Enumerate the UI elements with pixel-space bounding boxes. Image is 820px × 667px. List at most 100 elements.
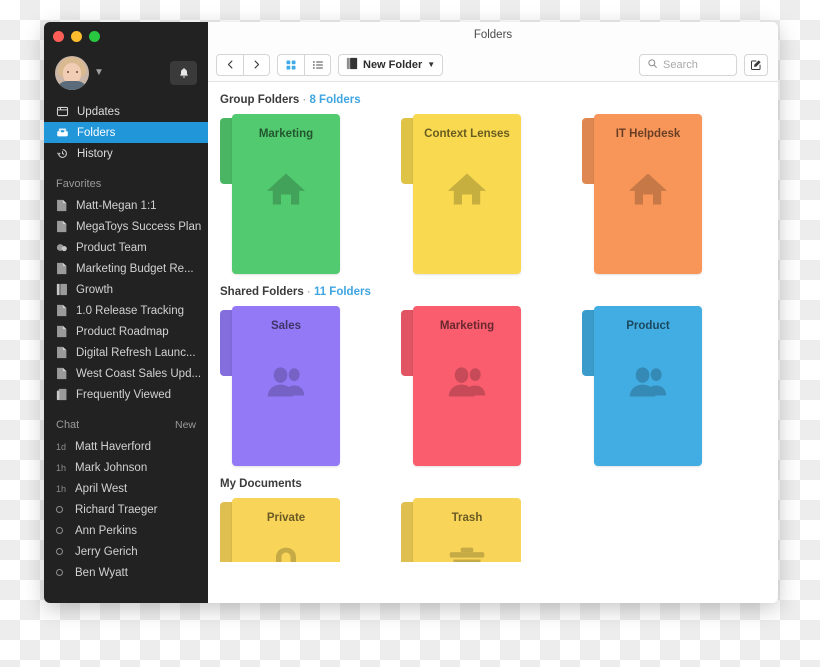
titlebar: Folders <box>208 22 778 48</box>
presence-dot-icon <box>56 527 75 534</box>
search-placeholder: Search <box>663 58 698 71</box>
sidebar-chat-item[interactable]: Richard Traeger <box>44 499 208 520</box>
list-view-icon[interactable] <box>304 54 330 75</box>
folder-card[interactable]: Sales <box>220 306 340 466</box>
sidebar-chat-item[interactable]: 1h April West <box>44 478 208 499</box>
sidebar-favorite-item[interactable]: Product Roadmap <box>44 321 208 342</box>
section-title: Shared Folders <box>220 286 304 298</box>
chat-timestamp: 1d <box>56 441 67 452</box>
home-icon <box>594 169 702 209</box>
sidebar-favorite-item[interactable]: Frequently Viewed <box>44 384 208 405</box>
folder-card[interactable]: Context Lenses <box>401 114 521 274</box>
chat-timestamp: 1h <box>56 462 67 473</box>
back-button[interactable] <box>217 55 243 75</box>
folder-card[interactable]: Trash <box>401 498 521 562</box>
sidebar-item-label: Folders <box>77 126 116 139</box>
folder-card[interactable]: Marketing <box>220 114 340 274</box>
home-icon <box>413 169 521 209</box>
application-window: ▼ Updates Folders History Favorites Matt… <box>44 22 778 603</box>
minimize-button[interactable] <box>71 31 82 42</box>
profile-row: ▼ <box>44 42 208 94</box>
favorites-header: Favorites <box>44 164 208 195</box>
folder-row: Marketing Context Lenses IT Helpdesk <box>220 114 778 274</box>
history-icon <box>56 147 69 160</box>
sidebar-chat-item[interactable]: Ann Perkins <box>44 520 208 541</box>
sidebar-favorite-label: Frequently Viewed <box>76 388 172 401</box>
chat-contact-name: Ann Perkins <box>75 524 138 537</box>
sidebar-favorite-label: Marketing Budget Re... <box>76 262 194 275</box>
sidebar-chat-item[interactable]: 1h Mark Johnson <box>44 457 208 478</box>
forward-button[interactable] <box>243 54 269 75</box>
sidebar-favorite-item[interactable]: Matt-Megan 1:1 <box>44 195 208 216</box>
sidebar-favorite-item[interactable]: Digital Refresh Launc... <box>44 342 208 363</box>
sidebar-item-history[interactable]: History <box>44 143 208 164</box>
sidebar-favorite-label: 1.0 Release Tracking <box>76 304 185 317</box>
chat-header: Chat New <box>44 405 208 436</box>
search-icon <box>647 56 658 74</box>
folder-card[interactable]: Product <box>582 306 702 466</box>
people-icon <box>232 361 340 401</box>
chat-contact-name: Mark Johnson <box>75 461 148 474</box>
folder-card[interactable]: IT Helpdesk <box>582 114 702 274</box>
document-icon <box>56 199 68 212</box>
maximize-button[interactable] <box>89 31 100 42</box>
sidebar-chat-item[interactable]: Jerry Gerich <box>44 541 208 562</box>
favorites-label: Favorites <box>56 178 102 190</box>
new-folder-icon <box>346 57 358 73</box>
sidebar-favorite-label: Product Roadmap <box>76 325 169 338</box>
sidebar-chat-item[interactable]: Ben Wyatt <box>44 562 208 583</box>
sidebar-favorite-item[interactable]: Product Team <box>44 237 208 258</box>
section-header: Group Folders · 8 Folders <box>220 94 778 106</box>
document-icon <box>56 220 68 233</box>
search-input[interactable]: Search <box>639 53 737 76</box>
section-title: My Documents <box>220 478 302 490</box>
document-icon <box>56 346 68 359</box>
chat-contact-name: Matt Haverford <box>75 440 152 453</box>
grid-view-icon[interactable] <box>278 55 304 75</box>
folder-name: Trash <box>451 512 483 524</box>
team-icon <box>56 241 68 254</box>
sidebar-favorite-item[interactable]: Growth <box>44 279 208 300</box>
close-button[interactable] <box>53 31 64 42</box>
sidebar-item-folders[interactable]: Folders <box>44 122 208 143</box>
sidebar-item-label: Updates <box>77 105 120 118</box>
chevron-down-icon[interactable]: ▼ <box>94 68 104 78</box>
folder-row: Sales Marketing Product <box>220 306 778 466</box>
section-separator: · <box>299 94 310 106</box>
sidebar-favorite-label: West Coast Sales Upd... <box>76 367 202 380</box>
avatar[interactable] <box>55 56 89 90</box>
sidebar: ▼ Updates Folders History Favorites Matt… <box>44 22 208 603</box>
document-icon <box>56 367 68 380</box>
folder-card[interactable]: Marketing <box>401 306 521 466</box>
new-folder-button[interactable]: New Folder ▼ <box>338 53 444 76</box>
folder-name: IT Helpdesk <box>615 128 681 140</box>
folder-card[interactable]: Private <box>220 498 340 562</box>
section-folder-count: 11 Folders <box>313 286 371 298</box>
people-icon <box>594 361 702 401</box>
view-toggle <box>277 53 331 76</box>
sidebar-favorite-item[interactable]: West Coast Sales Upd... <box>44 363 208 384</box>
presence-dot-icon <box>56 548 75 555</box>
sidebar-favorite-label: Product Team <box>76 241 147 254</box>
document-icon <box>56 304 68 317</box>
sidebar-favorite-item[interactable]: 1.0 Release Tracking <box>44 300 208 321</box>
document-icon <box>56 262 68 275</box>
folder-name: Product <box>626 320 670 332</box>
compose-icon[interactable] <box>744 53 768 76</box>
sidebar-favorite-label: Digital Refresh Launc... <box>76 346 196 359</box>
trash-icon <box>413 544 521 562</box>
presence-dot-icon <box>56 569 75 576</box>
nav-buttons <box>216 53 270 76</box>
presence-dot-icon <box>56 506 75 513</box>
sidebar-item-updates[interactable]: Updates <box>44 101 208 122</box>
chat-contact-name: Jerry Gerich <box>75 545 138 558</box>
sidebar-favorite-item[interactable]: Marketing Budget Re... <box>44 258 208 279</box>
folder-name: Sales <box>270 320 302 332</box>
sidebar-chat-item[interactable]: 1d Matt Haverford <box>44 436 208 457</box>
document-icon <box>56 325 68 338</box>
sidebar-favorite-item[interactable]: MegaToys Success Plan <box>44 216 208 237</box>
chat-new-button[interactable]: New <box>175 419 196 431</box>
sidebar-favorite-label: MegaToys Success Plan <box>76 220 202 233</box>
bell-icon[interactable] <box>170 61 197 85</box>
folder-name: Marketing <box>258 128 314 140</box>
